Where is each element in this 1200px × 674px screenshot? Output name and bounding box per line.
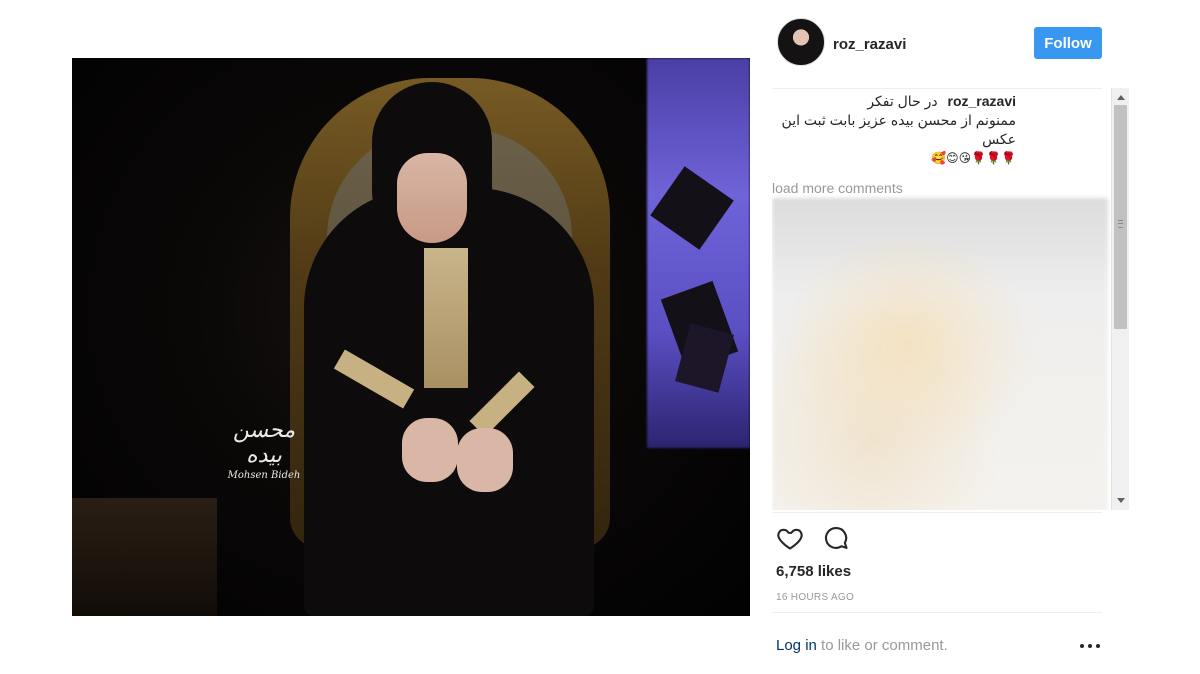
side-table [72, 498, 217, 616]
caption-line-1: در حال تفکر [867, 93, 938, 109]
grip-icon [1118, 220, 1123, 228]
likes-count[interactable]: 6,758 likes [776, 563, 851, 580]
avatar[interactable] [777, 18, 825, 66]
watermark-name: Mohsen Bideh [227, 470, 301, 481]
load-more-comments-button[interactable]: load more comments [772, 180, 1116, 196]
login-link[interactable]: Log in [776, 637, 817, 654]
scroll-up-arrow-icon[interactable] [1117, 95, 1125, 100]
follow-button[interactable]: Follow [1034, 27, 1102, 59]
stage-light-panel [647, 58, 750, 448]
hand-right [457, 428, 513, 492]
post-timestamp[interactable]: 16 HOURS AGO [776, 592, 854, 603]
login-prompt: Log in to like or comment. [776, 637, 1102, 654]
caption-username[interactable]: roz_razavi [948, 93, 1016, 109]
garment-trim [424, 248, 468, 388]
login-prompt-text: to like or comment. [816, 637, 948, 654]
more-options-icon[interactable] [1078, 635, 1102, 655]
post-photo[interactable]: محسن بیده Mohsen Bideh [72, 58, 750, 616]
scrollbar-thumb[interactable] [1114, 105, 1127, 329]
scroll-down-arrow-icon[interactable] [1117, 498, 1125, 503]
header-username[interactable]: roz_razavi [833, 36, 906, 53]
post-caption: roz_razavi در حال تفکر ممنونم از محسن بی… [772, 92, 1016, 168]
header-divider [772, 88, 1102, 89]
blurred-comments-area [772, 198, 1108, 510]
footer-divider [772, 612, 1102, 613]
caption-emojis: 🌹🌹🌹😘😊🥰 [931, 151, 1016, 165]
comments-panel[interactable]: roz_razavi در حال تفکر ممنونم از محسن بی… [772, 92, 1116, 510]
post-header: roz_razavi Follow [772, 14, 1112, 74]
heart-outline-icon[interactable] [776, 524, 804, 552]
figure-face [397, 153, 467, 243]
post-actions [776, 524, 856, 554]
comment-bubble-icon[interactable] [822, 524, 850, 552]
comments-divider [772, 512, 1102, 513]
photographer-watermark: محسن بیده Mohsen Bideh [224, 418, 304, 481]
comments-scrollbar[interactable] [1111, 88, 1129, 510]
caption-line-2: ممنونم از محسن بیده عزیز بابت ثبت این عک… [781, 112, 1016, 147]
hand-left [402, 418, 458, 482]
watermark-signature: محسن بیده [232, 418, 296, 468]
